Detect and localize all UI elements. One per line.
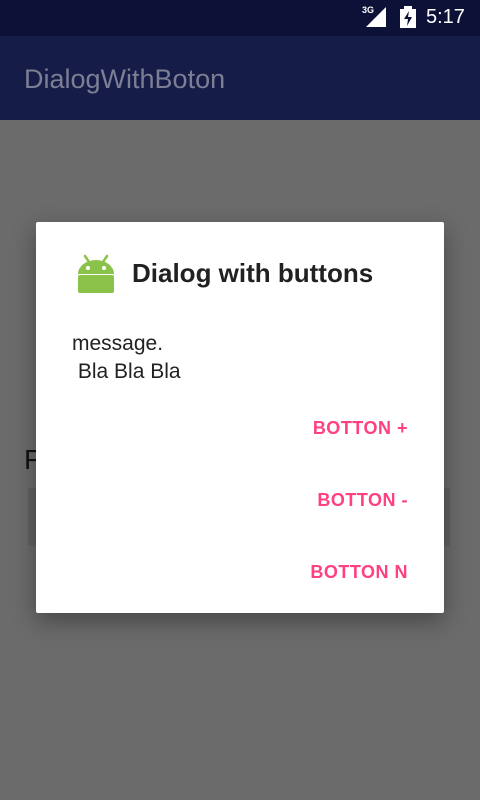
status-bar: 3G 5:17 (0, 0, 480, 36)
battery-charging-icon (400, 6, 416, 28)
positive-button[interactable]: BOTTON + (313, 418, 408, 439)
app-title: DialogWithBoton (24, 64, 226, 94)
network-type-label: 3G (362, 5, 375, 15)
negative-button[interactable]: BOTTON - (317, 490, 408, 511)
alert-dialog: Dialog with buttons message. Bla Bla Bla… (36, 222, 444, 613)
neutral-button[interactable]: BOTTON N (310, 562, 408, 583)
dialog-title: Dialog with buttons (132, 258, 374, 288)
clock: 5:17 (426, 6, 465, 28)
dialog-message: message. Bla Bla Bla (72, 332, 181, 383)
android-robot-icon (78, 254, 114, 293)
app-bar: DialogWithBoton (0, 36, 480, 120)
